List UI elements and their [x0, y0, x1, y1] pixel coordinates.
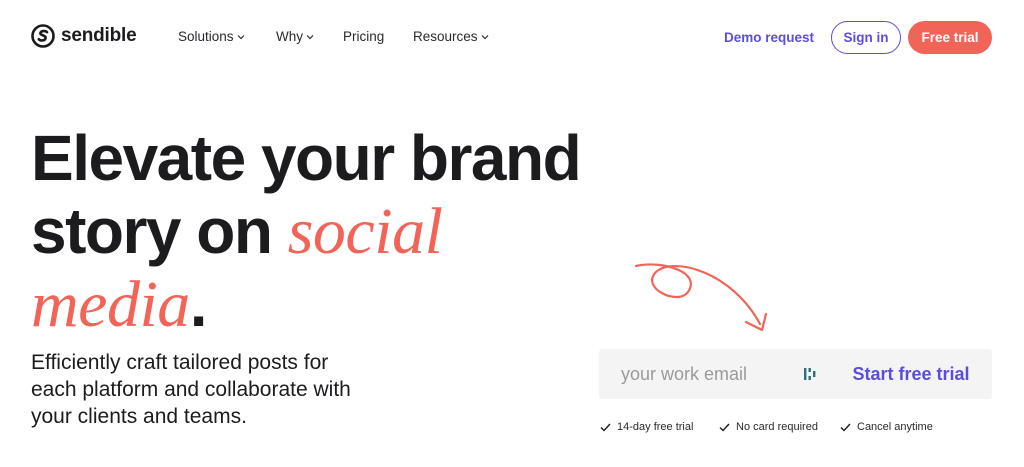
nav-item-label: Solutions: [178, 29, 234, 44]
nav-item-why[interactable]: Why: [276, 29, 314, 44]
email-field[interactable]: [599, 349, 799, 399]
nav-item-pricing[interactable]: Pricing: [343, 29, 384, 44]
hero-accent-media: media: [31, 268, 190, 341]
perk-label: Cancel anytime: [857, 421, 933, 433]
brand-name: sendible: [61, 25, 137, 46]
sendible-logo-icon: [31, 24, 55, 48]
perk-item: No card required: [719, 421, 818, 433]
chevron-down-icon: [237, 34, 244, 39]
nav-item-resources[interactable]: Resources: [413, 29, 489, 44]
nav-item-solutions[interactable]: Solutions: [178, 29, 245, 44]
demo-request-link[interactable]: Demo request: [724, 30, 814, 45]
perk-item: Cancel anytime: [840, 421, 933, 433]
site-header: sendible Solutions Why Pricing Resources…: [0, 0, 1024, 76]
hero-subtitle: Efficiently craft tailored posts for eac…: [31, 351, 351, 428]
perk-label: 14-day free trial: [617, 421, 694, 433]
hero-headline: Elevate your brand story on social media.: [31, 122, 611, 341]
hero-headline-period: .: [189, 268, 208, 340]
password-manager-icon[interactable]: [803, 367, 817, 381]
sign-in-button[interactable]: Sign in: [831, 21, 901, 54]
check-icon: [600, 423, 611, 432]
perk-label: No card required: [736, 421, 818, 433]
free-trial-button[interactable]: Free trial: [908, 21, 992, 54]
start-free-trial-button[interactable]: Start free trial: [830, 349, 992, 399]
nav-item-label: Why: [276, 29, 303, 44]
brand-logo[interactable]: sendible: [31, 24, 137, 48]
perk-item: 14-day free trial: [600, 421, 693, 433]
chevron-down-icon: [306, 34, 314, 39]
hero-headline-line2: story on: [31, 195, 288, 267]
hero-accent-social: social: [287, 195, 443, 268]
chevron-down-icon: [481, 34, 488, 39]
nav-item-label: Resources: [413, 29, 478, 44]
nav-item-label: Pricing: [343, 29, 385, 44]
check-icon: [719, 423, 730, 432]
hero-headline-line1: Elevate your brand: [31, 122, 582, 194]
curly-arrow-icon: [634, 263, 768, 332]
check-icon: [840, 423, 851, 432]
